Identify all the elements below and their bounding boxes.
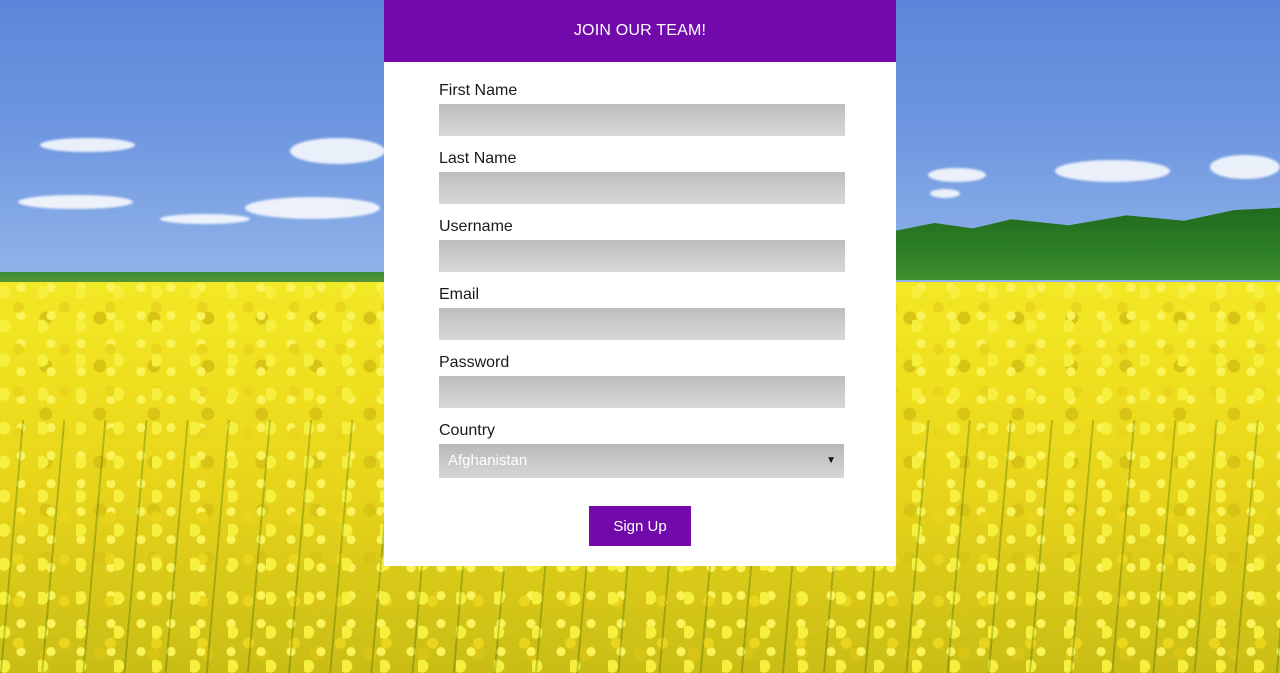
country-selected-value: Afghanistan [448, 452, 528, 469]
caret-down-icon: ▼ [826, 455, 836, 466]
sign-up-button[interactable]: Sign Up [589, 506, 691, 546]
signup-form: First Name Last Name Username Email Pass… [439, 80, 845, 488]
password-input[interactable] [439, 376, 845, 408]
card-header: JOIN OUR TEAM! [384, 0, 896, 62]
cloud [160, 214, 250, 224]
country-group: Country Afghanistan ▼ [439, 420, 845, 488]
username-group: Username [439, 216, 845, 284]
username-input[interactable] [439, 240, 845, 272]
cloud [290, 138, 385, 164]
cloud [245, 197, 380, 219]
username-label: Username [439, 218, 513, 235]
password-group: Password [439, 352, 845, 420]
email-input[interactable] [439, 308, 845, 340]
first-name-input[interactable] [439, 104, 845, 136]
last-name-input[interactable] [439, 172, 845, 204]
email-label: Email [439, 286, 480, 303]
country-label: Country [439, 422, 496, 439]
cloud [930, 189, 960, 198]
cloud [1210, 155, 1280, 179]
email-group: Email [439, 284, 845, 352]
country-select[interactable]: Afghanistan ▼ [439, 444, 844, 478]
cloud [1055, 160, 1170, 182]
cloud [928, 168, 986, 182]
first-name-group: First Name [439, 80, 845, 148]
password-label: Password [439, 354, 510, 371]
signup-card: JOIN OUR TEAM! First Name Last Name User… [384, 0, 896, 566]
first-name-label: First Name [439, 82, 518, 99]
last-name-group: Last Name [439, 148, 845, 216]
last-name-label: Last Name [439, 150, 517, 167]
cloud [40, 138, 135, 152]
page-title: JOIN OUR TEAM! [573, 22, 707, 39]
cloud [18, 195, 133, 209]
